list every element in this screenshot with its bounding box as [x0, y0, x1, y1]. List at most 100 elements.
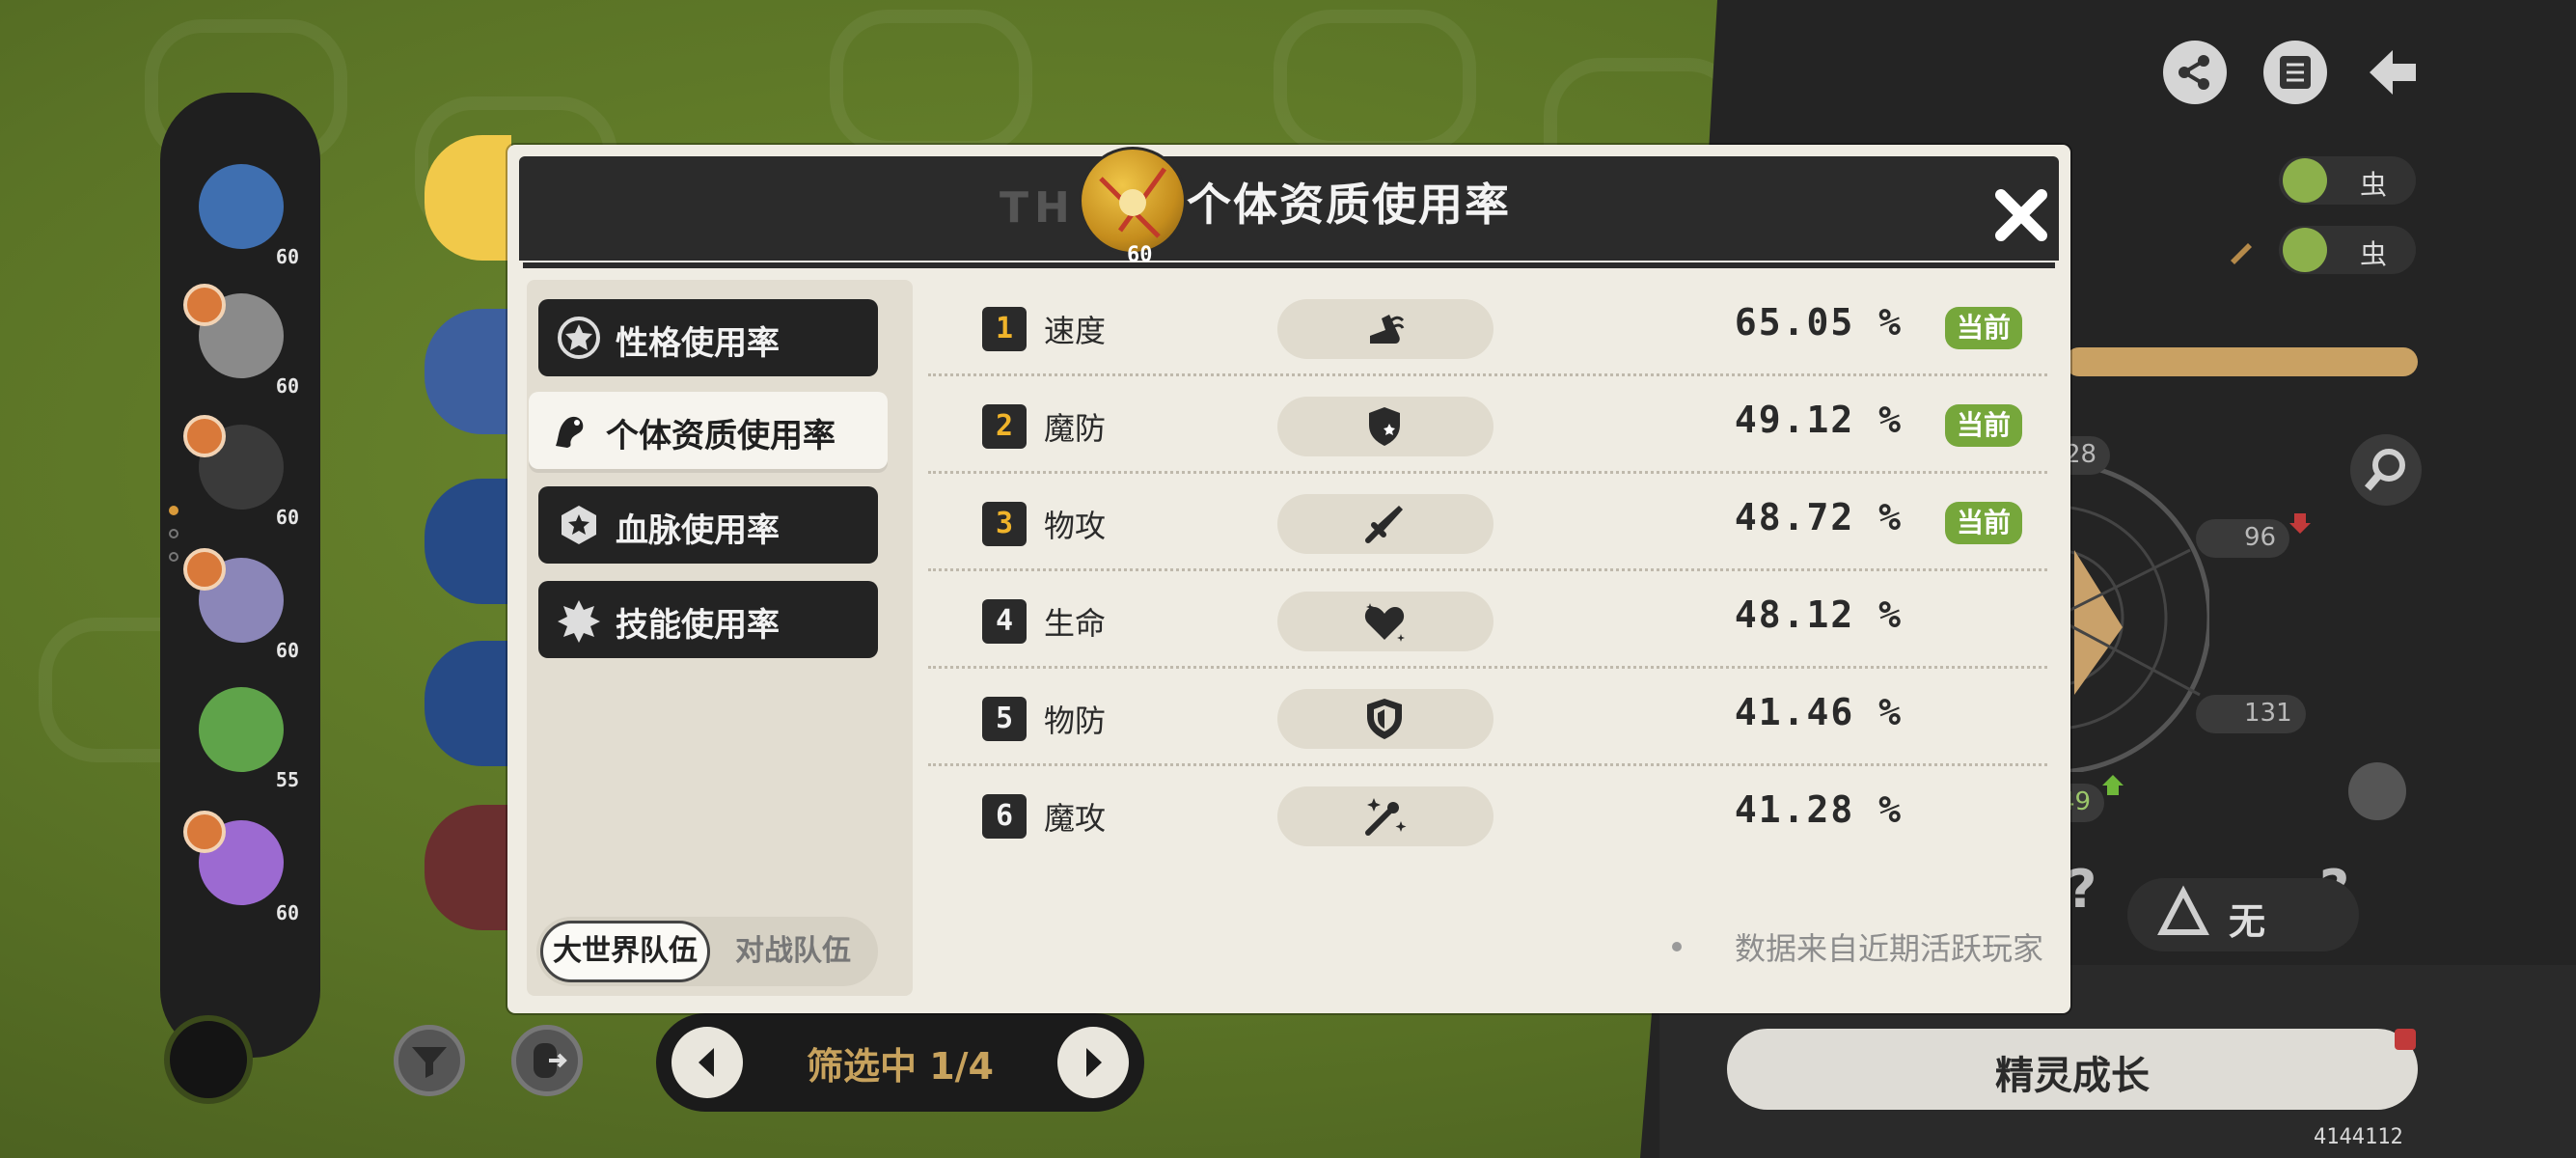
- dialog-header: TH 60 个体资质使用率: [519, 147, 2059, 267]
- rank-badge: 3: [982, 502, 1027, 546]
- data-source-note: 数据来自近期活跃玩家: [1734, 930, 2043, 967]
- pokemon-avatar: [199, 164, 284, 249]
- exp-bar: [2065, 347, 2418, 376]
- gear-icon: [183, 284, 226, 326]
- door-icon: [534, 1043, 567, 1078]
- rank-badge: 2: [982, 404, 1027, 449]
- share-icon: [2179, 55, 2209, 90]
- header-divider: [523, 262, 2055, 268]
- magnifier-icon: [2364, 449, 2405, 491]
- battle-team-option[interactable]: 对战队伍: [708, 921, 878, 982]
- pokemon-level: 60: [275, 245, 299, 268]
- usage-percent: 65.05 %: [1734, 301, 1903, 344]
- pokemon-level: 55: [275, 768, 299, 791]
- roster-slot[interactable]: 60: [189, 154, 299, 268]
- rank-badge: 6: [982, 794, 1027, 839]
- magic-shield-icon: [1369, 407, 1400, 446]
- gear-icon: [183, 811, 226, 853]
- tab-individual-usage[interactable]: 个体资质使用率: [529, 392, 888, 469]
- notification-marker: [2395, 1029, 2416, 1050]
- world-team-option[interactable]: 大世界队伍: [540, 921, 710, 982]
- pokemon-level: 60: [275, 639, 299, 662]
- stat-name: 速度: [1044, 313, 1107, 349]
- roster-slot[interactable]: 60: [183, 284, 299, 398]
- item-slot[interactable]: 无: [2127, 878, 2359, 951]
- gear-icon: [183, 415, 226, 457]
- pokemon-avatar: [199, 687, 284, 772]
- share-button[interactable]: [2163, 41, 2227, 104]
- stat-name: 生命: [1044, 605, 1107, 642]
- usage-percent: 41.46 %: [1734, 691, 1903, 733]
- up-arrow-icon: [2101, 774, 2124, 797]
- type-badge: 虫: [2279, 156, 2416, 205]
- background-pattern: [830, 10, 1032, 154]
- stat-icon-pill: [1277, 592, 1494, 651]
- usage-percent: 49.12 %: [1734, 399, 1903, 441]
- usage-rate-dialog: TH 60 个体资质使用率 性格使用率 个体资质使用率 血脉使用率 技能使用率 …: [507, 145, 2070, 1013]
- team-type-toggle: 大世界队伍 对战队伍: [536, 917, 878, 986]
- stat-name: 物攻: [1044, 508, 1107, 544]
- filter-status: 筛选中 1/4: [807, 1045, 994, 1088]
- pokemon-growth-button[interactable]: 精灵成长: [1727, 1029, 2418, 1110]
- current-badge: 当前: [1945, 404, 2022, 447]
- list-icon: [2280, 56, 2311, 89]
- tab-nature-usage[interactable]: 性格使用率: [538, 299, 878, 376]
- current-badge: 当前: [1945, 502, 2022, 544]
- pokemon-silhouette-icon: [556, 416, 584, 448]
- gear-icon: [183, 548, 226, 591]
- roster-slot[interactable]: 60: [183, 811, 299, 924]
- list-item: 6 魔攻 41.28 %: [928, 767, 2047, 864]
- build-id: 4144112: [2314, 1125, 2403, 1149]
- back-button[interactable]: [2360, 41, 2424, 104]
- roster-slot[interactable]: 55: [189, 677, 299, 791]
- rank-badge: 1: [982, 307, 1027, 351]
- zoom-button[interactable]: [2350, 434, 2422, 506]
- list-item: 2 魔防 49.12 % 当前: [928, 377, 2047, 474]
- tab-skill-usage[interactable]: 技能使用率: [538, 581, 878, 658]
- filter-button[interactable]: [394, 1025, 465, 1096]
- close-button[interactable]: [1987, 181, 2055, 249]
- list-button[interactable]: [2263, 41, 2327, 104]
- row-divider: [928, 568, 2047, 571]
- arrow-right-icon: [1086, 1048, 1102, 1077]
- list-item: 3 物攻 48.72 % 当前: [928, 475, 2047, 571]
- star-badge-icon: [562, 506, 596, 544]
- list-item: 1 速度 65.05 % 当前: [928, 280, 2047, 376]
- rank-badge: 4: [982, 599, 1027, 644]
- shield-icon: [1367, 699, 1402, 739]
- arrow-left-icon: [699, 1048, 714, 1077]
- close-icon: [1995, 189, 2047, 241]
- defense-stat-tag: 131: [2196, 695, 2306, 733]
- team-roster: 60 60 60 60 55 60: [160, 93, 320, 1058]
- list-item: 5 物防 41.46 %: [928, 670, 2047, 766]
- bug-type-icon: [2283, 228, 2327, 272]
- title-watermark: TH: [1000, 183, 1076, 233]
- next-page-button[interactable]: [1057, 1027, 1129, 1098]
- list-item: 4 生命 48.12 %: [928, 572, 2047, 669]
- attack-stat-tag: 96: [2196, 519, 2290, 558]
- type-badge: 虫: [2279, 226, 2416, 274]
- row-divider: [928, 373, 2047, 376]
- trainer-hat-button[interactable]: [164, 1015, 253, 1104]
- scroll-dot-active: [169, 506, 178, 515]
- prev-page-button[interactable]: [671, 1027, 743, 1098]
- burst-icon: [558, 600, 600, 643]
- wing-boot-icon: [1370, 315, 1405, 344]
- exit-button[interactable]: [511, 1025, 583, 1096]
- stat-icon-pill: [1277, 299, 1494, 359]
- tab-bloodline-usage[interactable]: 血脉使用率: [538, 486, 878, 564]
- heart-icon: [1364, 603, 1405, 642]
- usage-percent: 41.28 %: [1734, 788, 1903, 831]
- pokemon-level: 60: [275, 506, 299, 529]
- sword-icon: [1365, 506, 1403, 543]
- filter-pager: 筛选中 1/4: [656, 1013, 1144, 1112]
- magic-wand-icon: [1365, 798, 1407, 836]
- usage-percent: 48.72 %: [1734, 496, 1903, 538]
- pokemon-mini-avatar[interactable]: [2348, 762, 2406, 820]
- usage-percent: 48.12 %: [1734, 593, 1903, 636]
- badge-icon: [558, 317, 600, 359]
- current-badge: 当前: [1945, 307, 2022, 349]
- stat-name: 物防: [1044, 703, 1107, 739]
- roster-slot[interactable]: 60: [183, 548, 299, 662]
- roster-slot[interactable]: 60: [183, 415, 299, 529]
